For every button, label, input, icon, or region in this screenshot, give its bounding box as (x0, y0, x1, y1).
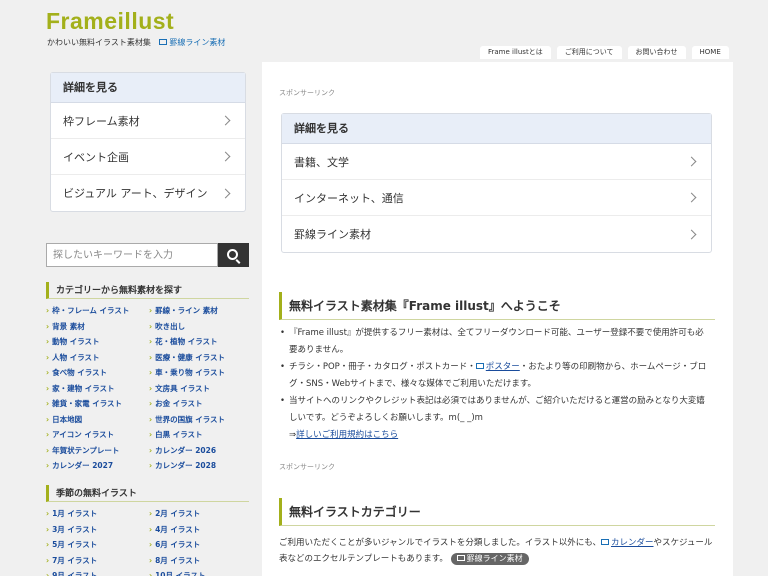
sidebar-detail-item-label: イベント企画 (63, 150, 129, 164)
sidebar-category-link[interactable]: 1月 イラスト (46, 507, 146, 521)
calendar-link-label: カレンダー (610, 538, 654, 548)
sidebar-detail-item-label: ビジュアル アート、デザイン (63, 187, 208, 200)
sidebar-detail-item[interactable]: ビジュアル アート、デザイン (51, 175, 245, 211)
poster-link[interactable]: ポスター (475, 362, 520, 372)
sidebar-category-link[interactable]: 雑貨・家電 イラスト (46, 397, 146, 411)
sidebar-category-link[interactable]: 6月 イラスト (149, 538, 249, 552)
sidebar-category-link[interactable]: 8月 イラスト (149, 554, 249, 568)
sidebar-category-link[interactable]: 9月 イラスト (46, 569, 146, 576)
main-detail-item-label: インターネット、通信 (294, 191, 404, 205)
sidebar-category-link[interactable]: 花・植物 イラスト (149, 335, 249, 349)
sidebar-category-title: カテゴリーから無料素材を探す (46, 282, 249, 299)
sidebar: 詳細を見る 枠フレーム素材 イベント企画 ビジュアル アート、デザイン (46, 62, 250, 212)
welcome-bullet-text: チラシ・POP・冊子・カタログ・ポストカード・ (289, 362, 476, 372)
main-content: スポンサーリンク 詳細を見る 書籍、文学 インターネット、通信 罫線ライン素材 … (262, 62, 733, 576)
chevron-right-icon (686, 156, 697, 167)
search-input[interactable] (46, 243, 218, 267)
sidebar-category-link[interactable]: 吹き出し (149, 320, 249, 334)
tagline-link-label: 罫線ライン素材 (169, 38, 226, 47)
sidebar-category-link[interactable]: 医療・健康 イラスト (149, 351, 249, 365)
site-tagline: かわいい無料イラスト素材集 罫線ライン素材 (47, 37, 225, 48)
ruled-line-tag[interactable]: 罫線ライン素材 (450, 553, 529, 565)
site-logo[interactable]: Frameillust (46, 8, 174, 35)
image-icon (159, 38, 168, 45)
image-icon (456, 554, 465, 561)
sidebar-category-link[interactable]: 世界の国旗 イラスト (149, 413, 249, 427)
welcome-heading: 無料イラスト素材集『Frame illust』へようこそ (279, 292, 715, 320)
main-detail-item-label: 罫線ライン素材 (294, 228, 371, 241)
main-detail-item-label: 書籍、文学 (294, 155, 349, 169)
sidebar-category-link[interactable]: カレンダー 2026 (149, 444, 249, 458)
sidebar-category-link[interactable]: カレンダー 2028 (149, 459, 249, 473)
welcome-bullet: 『Frame illust』が提供するフリー素材は、全てフリーダウンロード可能、… (279, 325, 709, 359)
sidebar-season-title: 季節の無料イラスト (46, 485, 249, 502)
category-text: ご利用いただくことが多いジャンルでイラストを分類しました。イラスト以外にも、 (279, 538, 601, 548)
ruled-line-tag-label: 罫線ライン素材 (466, 554, 523, 563)
sidebar-detail-heading: 詳細を見る (51, 73, 245, 103)
welcome-bullet: 当サイトへのリンクやクレジット表記は必須ではありませんが、ご紹介いただけると運営… (279, 393, 709, 427)
tagline-link[interactable]: 罫線ライン素材 (159, 38, 225, 47)
sidebar-category-link[interactable]: 車・乗り物 イラスト (149, 366, 249, 380)
main-detail-heading: 詳細を見る (282, 114, 711, 144)
image-icon (475, 362, 484, 369)
sidebar-category-link[interactable]: 5月 イラスト (46, 538, 146, 552)
nav-usage[interactable]: ご利用について (556, 46, 622, 59)
image-icon (600, 538, 609, 545)
main-detail-item[interactable]: インターネット、通信 (282, 180, 711, 216)
sidebar-category-link[interactable]: 人物 イラスト (46, 351, 146, 365)
sidebar-category-link[interactable]: お金 イラスト (149, 397, 249, 411)
terms-link[interactable]: 詳しいご利用規約はこちら (296, 430, 398, 440)
sidebar-category-link[interactable]: 2月 イラスト (149, 507, 249, 521)
category-heading: 無料イラストカテゴリー (279, 498, 715, 526)
sidebar-category-link[interactable]: 7月 イラスト (46, 554, 146, 568)
nav-about[interactable]: Frame illustとは (480, 46, 551, 59)
sidebar-detail-box: 詳細を見る 枠フレーム素材 イベント企画 ビジュアル アート、デザイン (50, 72, 246, 212)
sidebar-category-link[interactable]: 動物 イラスト (46, 335, 146, 349)
sidebar-category-link[interactable]: 食べ物 イラスト (46, 366, 146, 380)
category-description: ご利用いただくことが多いジャンルでイラストを分類しました。イラスト以外にも、 カレ… (279, 535, 715, 567)
search-form (46, 243, 249, 267)
terms-line: ⇒詳しいご利用規約はこちら (279, 427, 709, 444)
sponsor-label: スポンサーリンク (279, 89, 335, 97)
poster-link-label: ポスター (485, 362, 520, 372)
nav-contact[interactable]: お問い合わせ (627, 46, 686, 59)
sponsor-label-2: スポンサーリンク (279, 463, 335, 471)
welcome-list: 『Frame illust』が提供するフリー素材は、全てフリーダウンロード可能、… (279, 325, 709, 444)
sidebar-category-link[interactable]: 3月 イラスト (46, 523, 146, 537)
main-detail-box: 詳細を見る 書籍、文学 インターネット、通信 罫線ライン素材 (281, 113, 712, 253)
sidebar-detail-item[interactable]: イベント企画 (51, 139, 245, 175)
sidebar-detail-item-label: 枠フレーム素材 (63, 114, 140, 128)
chevron-right-icon (220, 188, 231, 198)
sidebar-category-link[interactable]: 4月 イラスト (149, 523, 249, 537)
sidebar-season-list: 1月 イラスト2月 イラスト3月 イラスト4月 イラスト5月 イラスト6月 イラ… (46, 507, 249, 576)
sidebar-category-link[interactable]: 家・建物 イラスト (46, 382, 146, 396)
chevron-right-icon (220, 151, 231, 162)
sidebar-category-link[interactable]: 10月 イラスト (149, 569, 249, 576)
chevron-right-icon (686, 192, 697, 203)
tagline-text: かわいい無料イラスト素材集 (47, 38, 151, 47)
sidebar-category-link[interactable]: 文房具 イラスト (149, 382, 249, 396)
sidebar-category-link[interactable]: アイコン イラスト (46, 428, 146, 442)
logo-frame-text: Frame (46, 8, 118, 34)
logo-illust-text: illust (117, 8, 175, 34)
search-icon (227, 248, 238, 260)
chevron-right-icon (220, 115, 231, 126)
sidebar-detail-item[interactable]: 枠フレーム素材 (51, 103, 245, 139)
chevron-right-icon (686, 229, 697, 239)
nav-home[interactable]: HOME (691, 46, 729, 59)
sidebar-category-link[interactable]: 年賀状テンプレート (46, 444, 146, 458)
sidebar-category-link[interactable]: カレンダー 2027 (46, 459, 146, 473)
sidebar-category-link[interactable]: 日本地図 (46, 413, 146, 427)
sidebar-category-link[interactable]: 背景 素材 (46, 320, 146, 334)
sidebar-category-link[interactable]: 罫線・ライン 素材 (149, 304, 249, 318)
sidebar-category-list: 枠・フレーム イラスト罫線・ライン 素材背景 素材吹き出し動物 イラスト花・植物… (46, 304, 249, 473)
sidebar-category-link[interactable]: 枠・フレーム イラスト (46, 304, 146, 318)
main-detail-item[interactable]: 書籍、文学 (282, 144, 711, 180)
search-button[interactable] (218, 243, 249, 267)
sidebar-category-link[interactable]: 白黒 イラスト (149, 428, 249, 442)
main-detail-item[interactable]: 罫線ライン素材 (282, 216, 711, 252)
top-navigation: Frame illustとは ご利用について お問い合わせ HOME (480, 46, 729, 59)
calendar-link[interactable]: カレンダー (600, 538, 654, 548)
welcome-bullet: チラシ・POP・冊子・カタログ・ポストカード・ポスター・おたより等の印刷物から、… (279, 359, 709, 393)
